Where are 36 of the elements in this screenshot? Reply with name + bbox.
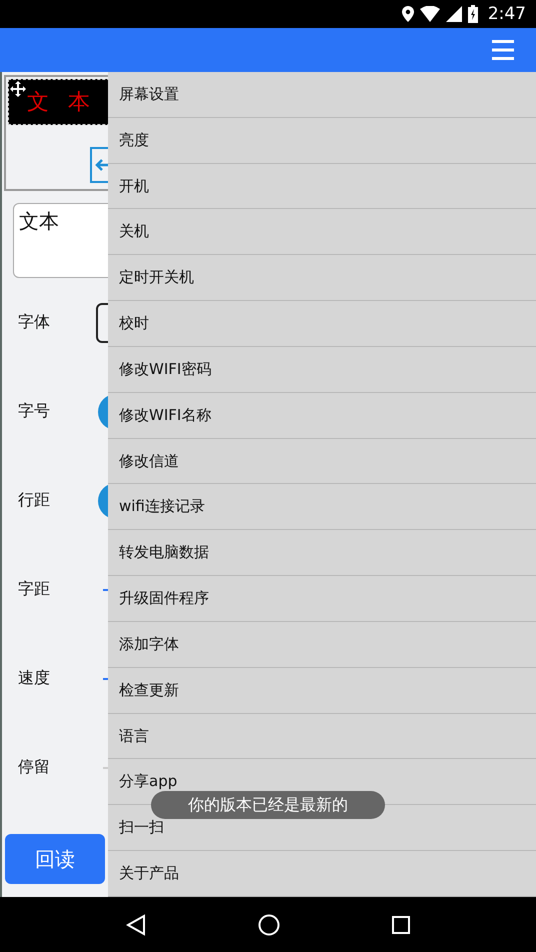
version-toast: 你的版本已经是最新的 [151, 791, 385, 819]
menu-item[interactable]: 关机 [108, 209, 536, 256]
move-icon[interactable] [10, 81, 26, 97]
menu-item[interactable]: 校时 [108, 301, 536, 347]
menu-item[interactable]: 屏幕设置 [108, 72, 536, 118]
menu-item[interactable]: 亮度 [108, 118, 536, 164]
menu-item[interactable]: 修改WIFI名称 [108, 392, 536, 439]
home-icon[interactable] [258, 914, 280, 936]
setting-label: 停留 [18, 757, 50, 778]
menu-item[interactable]: 升级固件程序 [108, 576, 536, 622]
setting-label: 字距 [18, 579, 50, 600]
setting-label: 行距 [18, 490, 50, 511]
menu-item[interactable]: 定时开关机 [108, 255, 536, 302]
setting-label: 速度 [18, 668, 50, 689]
menu-item[interactable]: 添加字体 [108, 622, 536, 668]
text-input[interactable]: 文本 [13, 203, 108, 278]
menu-item[interactable]: 修改信道 [108, 438, 536, 484]
menu-item[interactable]: wifi连接记录 [108, 484, 536, 530]
menu-icon[interactable] [492, 40, 514, 60]
left-arrow-icon [95, 158, 108, 172]
menu-item[interactable]: 修改WIFI密码 [108, 346, 536, 393]
setting-label: 字体 [18, 312, 50, 333]
back-icon[interactable] [126, 914, 146, 936]
readback-button[interactable]: 回读 [5, 834, 105, 884]
location-icon [402, 6, 414, 22]
recents-icon[interactable] [392, 916, 410, 934]
wifi-icon [420, 6, 440, 22]
setting-label: 字号 [18, 401, 50, 422]
battery-icon [468, 5, 478, 23]
menu-item[interactable]: 转发电脑数据 [108, 530, 536, 576]
menu-item[interactable]: 开机 [108, 164, 536, 210]
menu-item[interactable]: 检查更新 [108, 668, 536, 714]
clock-time: 2:47 [488, 4, 526, 24]
led-text: 文 本 [27, 89, 96, 117]
menu-item[interactable]: 语言 [108, 714, 536, 760]
signal-icon [446, 6, 462, 22]
